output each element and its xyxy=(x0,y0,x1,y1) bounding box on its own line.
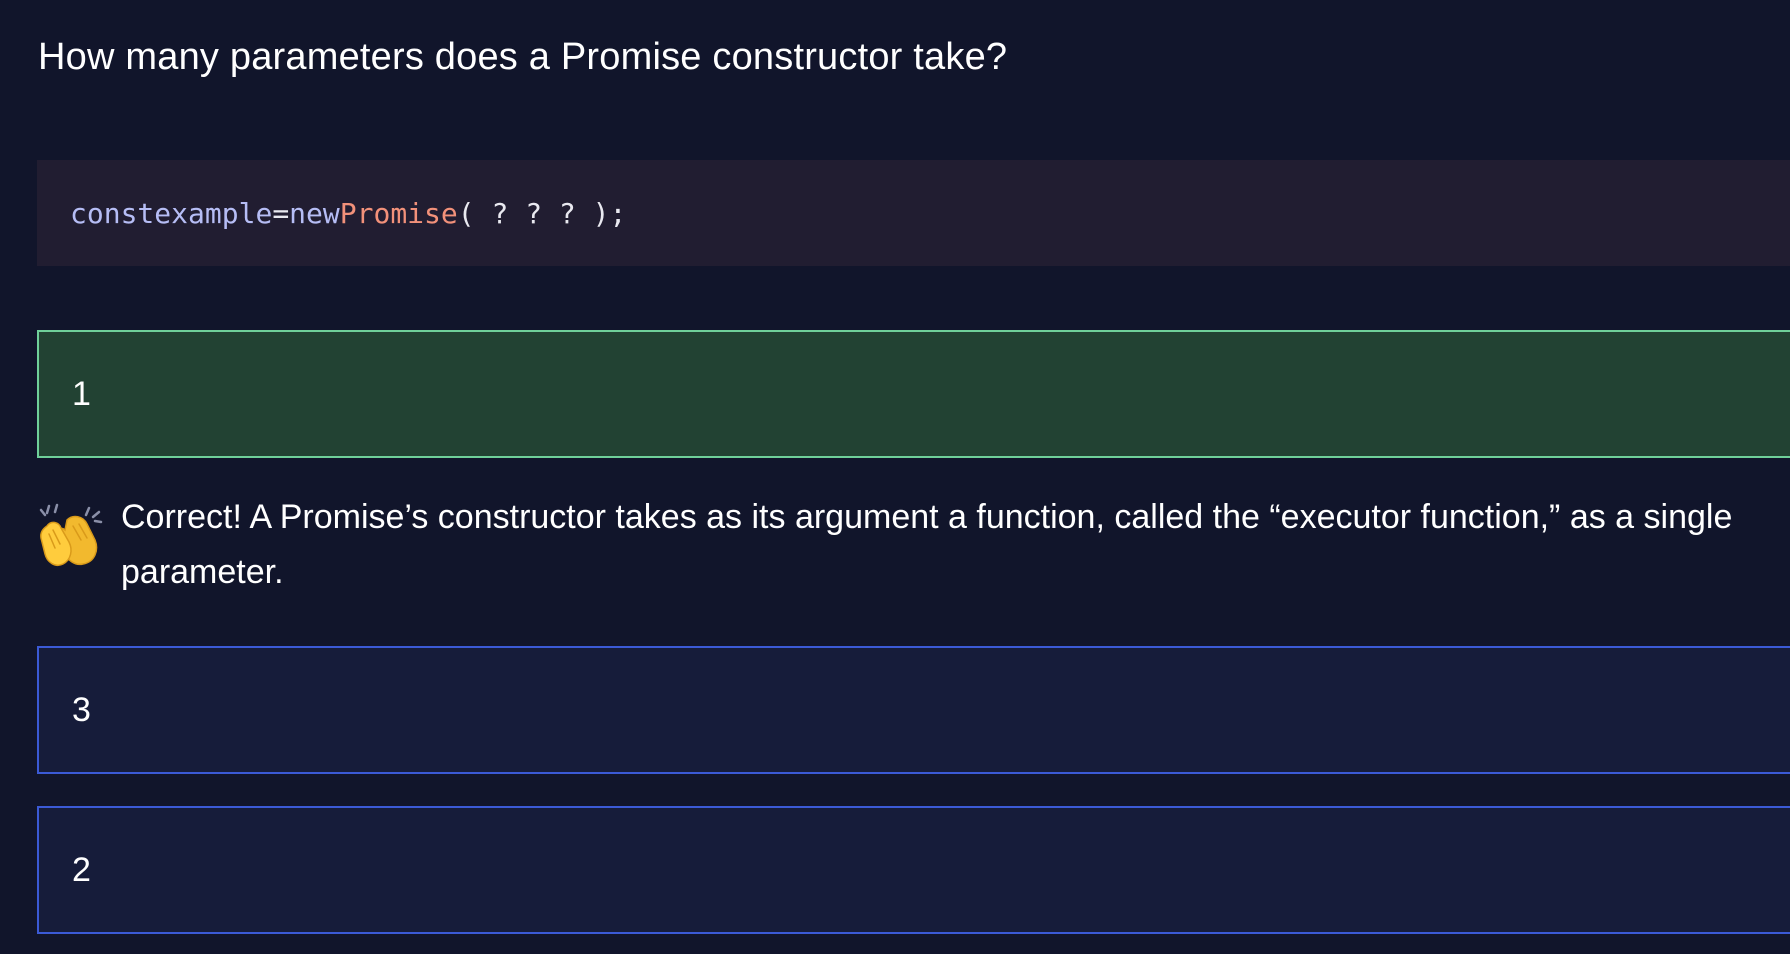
answer-option[interactable]: 2 xyxy=(37,806,1790,934)
code-keyword-const: const xyxy=(70,196,155,230)
code-arguments: ( ? ? ? ); xyxy=(457,196,627,230)
clapping-hands-icon xyxy=(39,503,103,566)
quiz-page: How many parameters does a Promise const… xyxy=(0,0,1790,954)
code-keyword-new: new xyxy=(289,196,340,230)
answer-feedback: Correct! A Promise’s constructor takes a… xyxy=(37,490,1790,600)
question-title: How many parameters does a Promise const… xyxy=(38,36,1008,78)
code-identifier: example xyxy=(154,196,273,230)
answer-option-label: 2 xyxy=(72,850,91,889)
answer-option[interactable]: 3 xyxy=(37,646,1790,774)
answer-option-label: 3 xyxy=(72,690,91,729)
code-operator: = xyxy=(272,196,290,230)
feedback-text: Correct! A Promise’s constructor takes a… xyxy=(121,498,1733,591)
answer-option-correct[interactable]: 1 xyxy=(37,330,1790,458)
answer-option-label: 1 xyxy=(72,374,91,413)
code-snippet: const example = new Promise( ? ? ? ); xyxy=(37,160,1790,266)
code-class-name: Promise xyxy=(339,196,458,230)
